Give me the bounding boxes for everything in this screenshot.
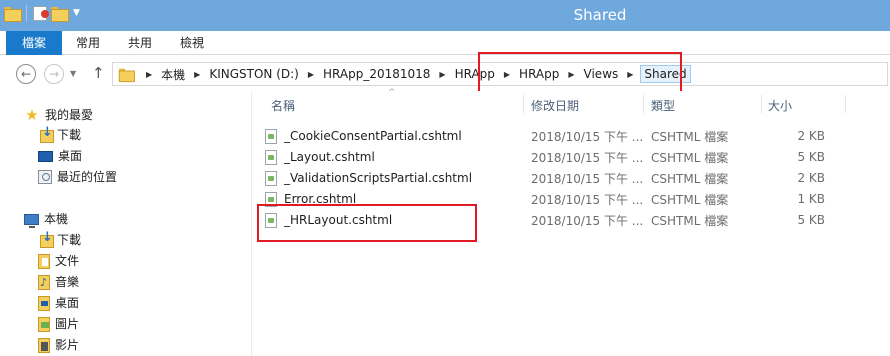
file-size: 2 KB	[797, 129, 825, 143]
file-name: _Layout.cshtml	[284, 150, 375, 164]
pictures-icon	[38, 316, 50, 332]
nav-item-label: 桌面	[55, 296, 80, 310]
back-button[interactable]: ←	[16, 64, 36, 84]
chevron-right-icon[interactable]: ▶	[308, 70, 314, 79]
nav-item-label: 文件	[55, 254, 80, 268]
file-type: CSHTML 檔案	[651, 129, 729, 144]
breadcrumb-item-this-pc[interactable]: 本機	[159, 65, 187, 84]
nav-item-label: 下載	[57, 128, 82, 142]
highlight-box-address	[478, 52, 682, 93]
highlight-box-file	[257, 204, 477, 242]
forward-button[interactable]: →	[44, 64, 64, 84]
file-date: 2018/10/15 下午 ...	[531, 213, 644, 228]
column-header-size[interactable]: 大小	[768, 97, 792, 114]
file-date: 2018/10/15 下午 ...	[531, 129, 644, 144]
nav-favorites-desktop[interactable]: 桌面	[38, 146, 82, 166]
recent-places-icon	[38, 170, 52, 184]
navigation-row: ← → ▼ ↑ ▶ 本機 ▶ KINGSTON (D:) ▶ HRApp_201…	[0, 55, 890, 91]
file-row[interactable]: _ValidationScriptsPartial.cshtml 2018/10…	[265, 168, 865, 188]
file-type: CSHTML 檔案	[651, 213, 729, 228]
downloads-icon	[38, 123, 54, 143]
file-size: 2 KB	[797, 171, 825, 185]
navigation-pane: ★ 我的最愛 下載 桌面 最近的位置 本機 下載 文件 音樂	[0, 91, 252, 356]
chevron-right-icon[interactable]: ▶	[194, 70, 200, 79]
nav-this-pc-label: 本機	[44, 212, 69, 226]
tab-home[interactable]: 常用	[62, 31, 114, 55]
nav-item-label: 桌面	[58, 149, 83, 163]
tab-file[interactable]: 檔案	[6, 31, 62, 55]
file-type: CSHTML 檔案	[651, 192, 729, 207]
cshtml-file-icon	[265, 149, 277, 165]
chevron-right-icon[interactable]: ▶	[146, 70, 152, 79]
nav-pc-desktop[interactable]: 桌面	[38, 293, 79, 313]
desktop-folder-icon	[38, 295, 50, 311]
explorer-window: ▼ Shared 檔案 常用 共用 檢視 ← → ▼ ↑ ▶ 本機 ▶ KING…	[0, 0, 890, 356]
nav-pc-downloads[interactable]: 下載	[38, 228, 82, 250]
nav-pc-pictures[interactable]: 圖片	[38, 314, 79, 334]
title-bar: ▼ Shared	[0, 0, 890, 31]
computer-icon	[24, 213, 39, 228]
nav-item-label: 最近的位置	[57, 170, 118, 184]
file-row[interactable]: _CookieConsentPartial.cshtml 2018/10/15 …	[265, 126, 865, 146]
sort-ascending-icon: ^	[388, 88, 396, 98]
breadcrumb-item-drive[interactable]: KINGSTON (D:)	[207, 66, 301, 82]
column-header: ^ 名稱 修改日期 類型 大小	[253, 88, 890, 117]
column-header-date[interactable]: 修改日期	[531, 97, 579, 114]
nav-favorites-downloads[interactable]: 下載	[38, 123, 82, 145]
nav-this-pc[interactable]: 本機	[24, 209, 68, 229]
nav-favorites-label: 我的最愛	[45, 108, 94, 122]
column-divider[interactable]	[761, 95, 762, 113]
ribbon-tabs: 檔案 常用 共用 檢視	[0, 31, 890, 55]
column-header-name[interactable]: 名稱	[271, 97, 295, 114]
file-date: 2018/10/15 下午 ...	[531, 150, 644, 165]
file-type: CSHTML 檔案	[651, 150, 729, 165]
nav-item-label: 下載	[57, 233, 82, 247]
star-icon: ★	[25, 106, 39, 124]
nav-pc-documents[interactable]: 文件	[38, 251, 79, 271]
nav-item-label: 圖片	[55, 317, 80, 331]
file-row[interactable]: _Layout.cshtml 2018/10/15 下午 ... CSHTML …	[265, 147, 865, 167]
chevron-right-icon[interactable]: ▶	[439, 70, 445, 79]
nav-item-label: 影片	[55, 338, 80, 352]
file-size: 1 KB	[797, 192, 825, 206]
tab-view[interactable]: 檢視	[166, 31, 218, 55]
nav-favorites-recent[interactable]: 最近的位置	[38, 167, 117, 187]
file-size: 5 KB	[797, 150, 825, 164]
column-divider[interactable]	[523, 95, 524, 113]
folder-icon	[118, 68, 135, 83]
nav-favorites[interactable]: ★ 我的最愛	[24, 105, 93, 125]
window-title: Shared	[573, 6, 627, 24]
file-type: CSHTML 檔案	[651, 171, 729, 186]
column-divider[interactable]	[643, 95, 644, 113]
tab-share[interactable]: 共用	[114, 31, 166, 55]
cshtml-file-icon	[265, 128, 277, 144]
recent-locations-dropdown-icon[interactable]: ▼	[70, 69, 76, 78]
column-divider[interactable]	[845, 95, 846, 113]
cshtml-file-icon	[265, 170, 277, 186]
nav-pc-videos[interactable]: 影片	[38, 335, 79, 355]
nav-item-label: 音樂	[55, 275, 80, 289]
file-date: 2018/10/15 下午 ...	[531, 171, 644, 186]
file-size: 5 KB	[797, 213, 825, 227]
music-icon	[38, 273, 50, 293]
file-name: _ValidationScriptsPartial.cshtml	[284, 171, 473, 185]
file-date: 2018/10/15 下午 ...	[531, 192, 644, 207]
desktop-icon	[38, 150, 53, 162]
breadcrumb-item-hrapp-dated[interactable]: HRApp_20181018	[321, 66, 432, 82]
videos-icon	[38, 337, 50, 353]
documents-icon	[38, 253, 50, 269]
downloads-icon	[38, 228, 54, 248]
nav-pc-music[interactable]: 音樂	[38, 272, 80, 293]
file-name: _CookieConsentPartial.cshtml	[284, 129, 462, 143]
column-header-type[interactable]: 類型	[651, 97, 675, 114]
up-button[interactable]: ↑	[92, 64, 105, 82]
